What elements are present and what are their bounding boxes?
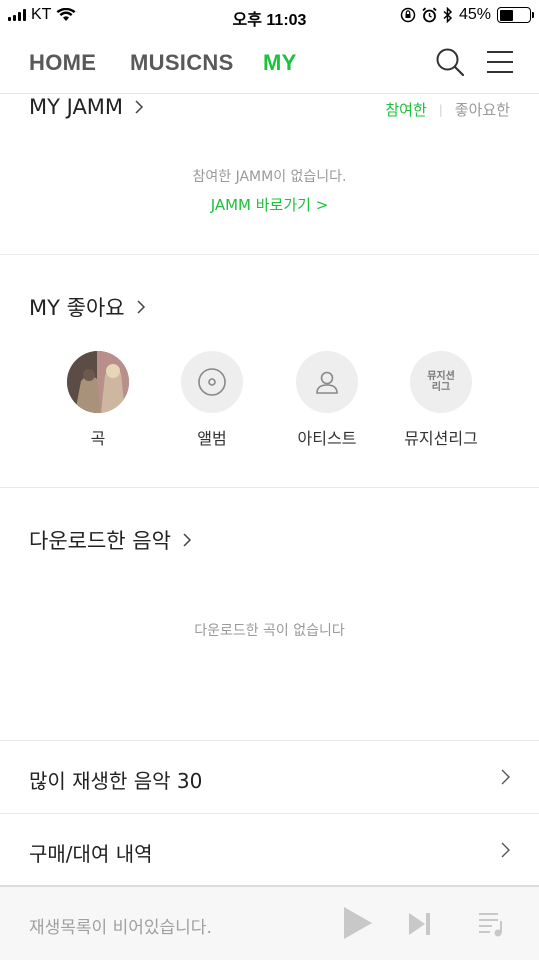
chevron-right-icon — [501, 769, 510, 785]
tab-liked[interactable]: 좋아요한 — [455, 99, 510, 120]
orientation-lock-icon — [400, 7, 416, 23]
my-likes-title[interactable]: MY 좋아요 — [29, 292, 149, 322]
likes-artist-item[interactable]: 아티스트 — [267, 351, 387, 449]
chevron-right-icon — [135, 100, 144, 114]
most-played-row[interactable]: 많이 재생한 음악 30 — [0, 741, 539, 814]
chevron-right-icon — [183, 533, 191, 547]
my-jamm-title[interactable]: MY JAMM — [29, 95, 147, 119]
likes-album-item[interactable]: 앨범 — [152, 351, 272, 449]
alarm-icon — [422, 7, 437, 23]
player-empty-message: 재생목록이 비어있습니다. — [29, 918, 212, 938]
chevron-right-icon — [501, 842, 510, 858]
mini-player: 재생목록이 비어있습니다. — [0, 885, 539, 960]
status-right: 45% — [400, 6, 534, 24]
jamm-filter-tabs: 참여한 | 좋아요한 — [385, 99, 510, 120]
artist-person-icon — [296, 351, 358, 413]
downloads-empty-message: 다운로드한 곡이 없습니다 — [194, 623, 345, 639]
downloads-section: 다운로드한 음악 다운로드한 곡이 없습니다 — [0, 488, 539, 741]
purchase-history-row[interactable]: 구매/대여 내역 — [0, 814, 539, 887]
search-icon[interactable] — [434, 46, 466, 78]
battery-level — [499, 9, 513, 21]
likes-musician-league-label: 뮤지션리그 — [404, 429, 478, 448]
tab-joined[interactable]: 참여한 — [385, 99, 426, 120]
battery-percent: 45% — [458, 6, 491, 23]
menu-icon[interactable] — [484, 46, 516, 78]
battery-icon — [497, 7, 534, 23]
next-track-icon[interactable] — [405, 909, 435, 939]
musician-league-icon-text: 뮤지션 리그 — [427, 371, 455, 393]
jamm-empty-message: 참여한 JAMM이 없습니다. — [192, 169, 347, 185]
likes-song-item[interactable]: 곡 — [38, 351, 158, 449]
likes-album-label: 앨범 — [197, 429, 227, 448]
most-played-label: 많이 재생한 음악 30 — [29, 769, 203, 793]
song-thumbnail-image — [67, 351, 129, 413]
my-jamm-section: MY JAMM 참여한 | 좋아요한 참여한 JAMM이 없습니다. JAMM … — [0, 95, 539, 255]
play-icon[interactable] — [340, 905, 376, 941]
album-disc-icon — [181, 351, 243, 413]
my-jamm-title-text: MY JAMM — [29, 95, 124, 119]
jamm-shortcut-link[interactable]: JAMM 바로가기 > — [0, 194, 539, 215]
playlist-icon[interactable] — [476, 909, 506, 939]
tab-home[interactable]: HOME — [29, 50, 96, 76]
tab-musicns[interactable]: MUSICNS — [130, 50, 234, 76]
my-likes-title-text: MY 좋아요 — [29, 296, 125, 320]
song-thumbnail — [67, 351, 129, 413]
tab-my[interactable]: MY — [263, 50, 297, 76]
my-likes-section: MY 좋아요 곡 앨범 아티스트 뮤지션 리그 뮤지션리그 — [0, 255, 539, 488]
likes-song-label: 곡 — [90, 429, 106, 448]
downloads-title-text: 다운로드한 음악 — [29, 529, 171, 553]
downloads-title[interactable]: 다운로드한 음악 — [29, 525, 195, 555]
musician-league-icon: 뮤지션 리그 — [410, 351, 472, 413]
likes-musician-league-item[interactable]: 뮤지션 리그 뮤지션리그 — [381, 351, 501, 449]
status-bar: KT 오후 11:03 45% — [0, 0, 539, 32]
purchase-history-label: 구매/대여 내역 — [29, 842, 153, 866]
bluetooth-icon — [443, 7, 453, 23]
tab-divider: | — [438, 102, 443, 117]
top-navigation: HOME MUSICNS MY — [0, 32, 539, 94]
chevron-right-icon — [137, 300, 145, 314]
likes-artist-label: 아티스트 — [297, 429, 357, 448]
